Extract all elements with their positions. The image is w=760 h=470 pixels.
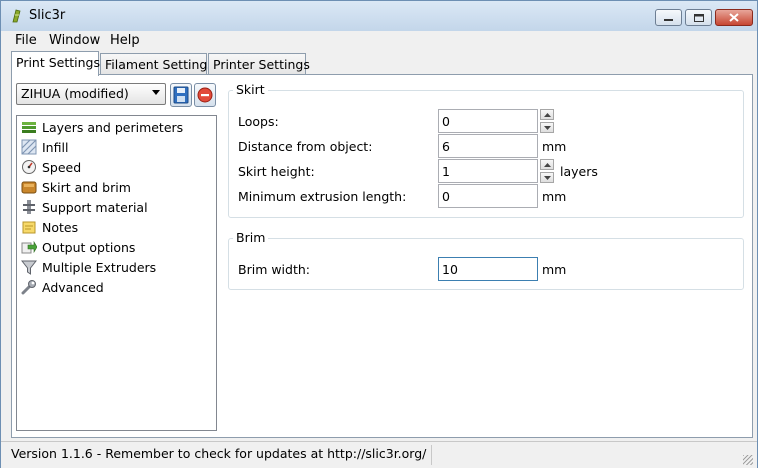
menu-bar: File Window Help [1,31,757,51]
skirt-height-unit: layers [560,164,598,179]
tree-item-support-material[interactable]: Support material [21,198,148,216]
tree-item-label: Advanced [42,279,104,295]
distance-unit: mm [542,139,567,154]
layers-icon [22,122,36,133]
skirt-height-input[interactable] [438,159,538,183]
title-bar[interactable]: Slic3r [1,1,757,32]
tree-item-label: Infill [42,139,69,155]
brim-group-title: Brim [233,230,269,245]
save-icon [173,86,189,104]
skirt-group-title: Skirt [233,82,268,97]
menu-help[interactable]: Help [110,33,140,48]
close-icon [729,13,739,22]
tree-item-notes[interactable]: Notes [21,218,78,236]
chevron-down-icon [543,175,551,180]
tree-item-speed[interactable]: Speed [21,158,81,176]
menu-file[interactable]: File [15,33,37,48]
tree-item-skirt-and-brim[interactable]: Skirt and brim [21,178,131,196]
print-settings-panel: ZIHUA (modified) Layers and perimeters I… [11,74,753,438]
slic3r-logo-icon [12,9,21,23]
maximize-icon [693,13,704,22]
tree-item-label: Notes [42,219,79,235]
brim-width-input[interactable] [438,257,538,281]
maximize-button[interactable] [685,9,712,26]
minimize-icon [664,18,673,21]
chevron-up-icon [543,112,551,117]
tree-item-multiple-extruders[interactable]: Multiple Extruders [21,258,156,276]
tree-item-label: Skirt and brim [42,179,131,195]
resize-grip-icon[interactable] [743,455,753,465]
min-extrusion-label: Minimum extrusion length: [238,189,407,204]
tab-print-settings[interactable]: Print Settings [11,51,100,76]
tree-item-advanced[interactable]: Advanced [21,278,104,296]
brim-width-label: Brim width: [238,262,311,277]
loops-label: Loops: [238,114,279,129]
settings-page-tree: Layers and perimeters Infill Speed Skirt… [16,115,217,431]
tree-item-label: Layers and perimeters [42,119,184,135]
close-button[interactable] [715,9,753,26]
skirt-height-label: Skirt height: [238,164,315,179]
save-preset-button[interactable] [170,83,192,107]
distance-label: Distance from object: [238,139,373,154]
brim-width-unit: mm [542,262,567,277]
loops-step-down[interactable] [540,122,554,133]
infill-icon [21,139,37,155]
skirt-height-stepper[interactable] [540,159,554,183]
min-extrusion-unit: mm [542,189,567,204]
status-bar: Version 1.1.6 - Remember to check for up… [1,441,757,468]
tree-item-label: Output options [42,239,136,255]
tree-item-label: Support material [42,199,148,215]
preset-dropdown[interactable]: ZIHUA (modified) [16,83,166,105]
funnel-icon [21,260,37,275]
loops-stepper[interactable] [540,109,554,133]
tree-item-label: Multiple Extruders [42,259,157,275]
output-icon [21,240,37,254]
chevron-down-icon [543,125,551,130]
chevron-up-icon [543,162,551,167]
status-text: Version 1.1.6 - Remember to check for up… [11,446,427,461]
speed-icon [22,160,36,174]
skirt-height-step-down[interactable] [540,172,554,183]
loops-step-up[interactable] [540,109,554,120]
tree-item-layers[interactable]: Layers and perimeters [21,118,183,136]
tree-item-label: Speed [42,159,82,175]
minimize-button[interactable] [655,9,682,26]
delete-icon [197,87,213,103]
wrench-icon [21,280,36,295]
window-title: Slic3r [29,8,66,23]
app-window: Slic3r File Window Help Print Settings F… [0,0,758,468]
preset-selected-value: ZIHUA (modified) [21,86,129,101]
min-extrusion-input[interactable] [438,184,538,208]
tab-filament-settings[interactable]: Filament Settings [100,53,214,75]
tab-printer-settings[interactable]: Printer Settings [208,53,310,75]
distance-input[interactable] [438,134,538,158]
skirt-height-step-up[interactable] [540,159,554,170]
tree-item-output-options[interactable]: Output options [21,238,135,256]
skirt-icon [21,181,37,194]
tree-item-infill[interactable]: Infill [21,138,68,156]
status-divider [431,445,432,465]
delete-preset-button[interactable] [194,83,216,107]
chevron-down-icon [152,90,160,95]
support-icon [23,200,35,214]
menu-window[interactable]: Window [49,33,100,48]
loops-input[interactable] [438,109,538,133]
notes-icon [22,221,36,234]
